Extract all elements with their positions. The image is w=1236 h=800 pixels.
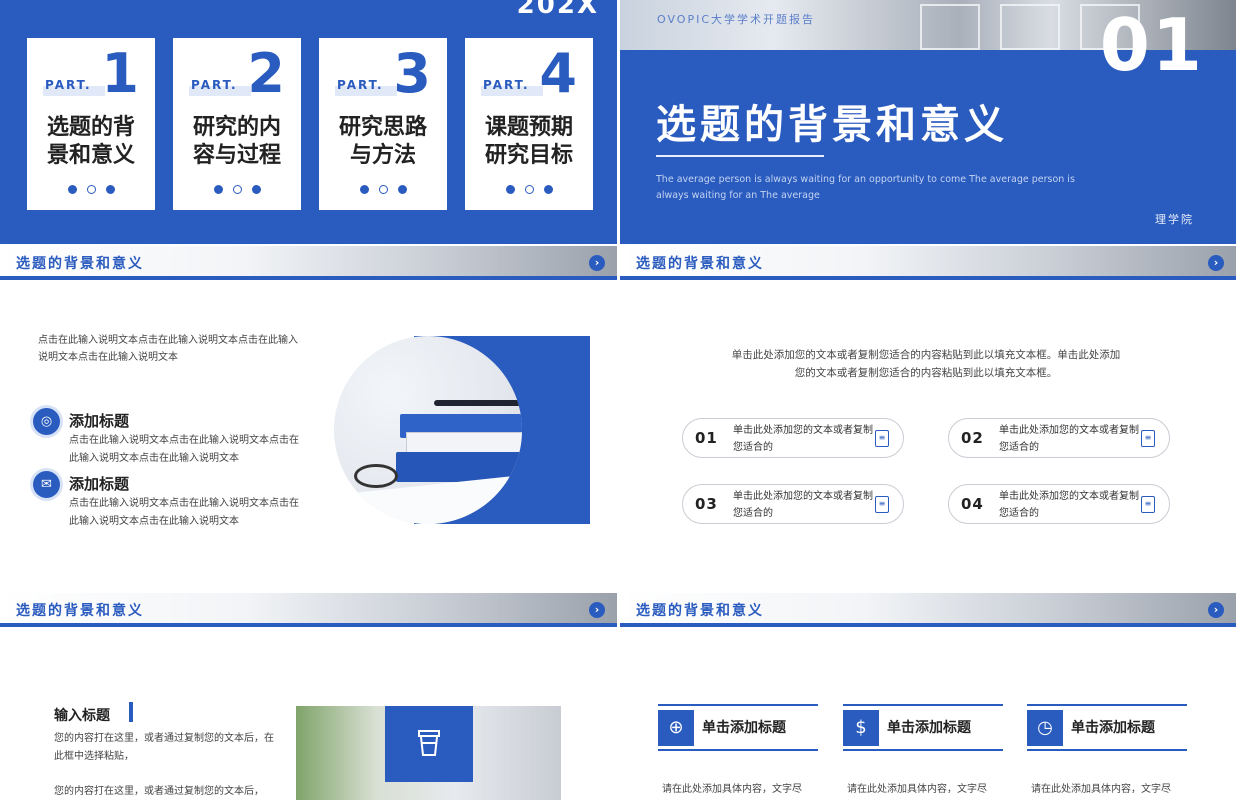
slide-background-2[interactable]: 选题的背景和意义 › 单击此处添加您的文本或者复制您适合的内容粘贴到此以填充文本…: [620, 246, 1236, 590]
report-header: OVOPIC大学学术开题报告: [657, 13, 816, 26]
item-title: 添加标题: [69, 412, 130, 430]
books-photo: [334, 336, 522, 524]
arrow-right-icon[interactable]: ›: [1208, 602, 1224, 618]
column-title: 单击添加标题: [702, 720, 786, 736]
column-text: 请在此处添加具体内容，文字尽: [662, 784, 802, 795]
content-text: 您的内容打在这里，或者通过复制您的文本后，: [54, 786, 264, 797]
part-title: 研究的内 容与过程: [192, 115, 281, 168]
band-title: 选题的背景和意义: [636, 256, 764, 272]
mail-icon: ✉: [33, 471, 60, 498]
cup-icon: [418, 730, 440, 756]
content-title: 输入标题: [54, 708, 110, 724]
arrow-right-icon[interactable]: ›: [589, 255, 605, 271]
part-title: 课题预期 研究目标: [484, 115, 573, 168]
item-text: 单击此处添加您的文本或者复制您适合的: [733, 425, 873, 453]
numbered-item[interactable]: 02 单击此处添加您的文本或者复制您适合的 ≡: [948, 418, 1170, 458]
intro-text: 单击此处添加您的文本或者复制您适合的内容粘贴到此以填充文本框。单击此处添加您的文…: [731, 349, 1121, 379]
item-title: 添加标题: [69, 475, 130, 493]
slide-section-cover[interactable]: OVOPIC大学学术开题报告 01 选题的背景和意义 The average p…: [620, 0, 1236, 244]
title-accent-bar: [129, 702, 133, 722]
part-label: PART.: [337, 78, 384, 92]
part-label: PART.: [483, 78, 530, 92]
item-text: 单击此处添加您的文本或者复制您适合的: [733, 491, 873, 519]
section-header-band: 选题的背景和意义 ›: [0, 246, 617, 280]
dot-indicator: [319, 179, 447, 198]
dot-indicator: [465, 179, 593, 198]
column-title: 单击添加标题: [887, 720, 971, 736]
column-title: 单击添加标题: [1071, 720, 1155, 736]
column-text: 请在此处添加具体内容，文字尽: [847, 784, 987, 795]
band-title: 选题的背景和意义: [16, 603, 144, 619]
numbered-item[interactable]: 03 单击此处添加您的文本或者复制您适合的 ≡: [682, 484, 904, 524]
slide-background-4[interactable]: 选题的背景和意义 › ⊕ 单击添加标题 请在此处添加具体内容，文字尽 $ 单击添…: [620, 593, 1236, 800]
year-label: 202X: [516, 0, 599, 20]
numbered-item[interactable]: 04 单击此处添加您的文本或者复制您适合的 ≡: [948, 484, 1170, 524]
item-text: 单击此处添加您的文本或者复制您适合的: [999, 491, 1139, 519]
column-text: 请在此处添加具体内容，文字尽: [1031, 784, 1171, 795]
part-card-2[interactable]: PART. 2 研究的内 容与过程: [173, 38, 301, 210]
part-label: PART.: [45, 78, 92, 92]
part-number: 2: [247, 42, 285, 105]
slide-background-1[interactable]: 选题的背景和意义 › 点击在此输入说明文本点击在此输入说明文本点击在此输入说明文…: [0, 246, 617, 590]
part-title: 选题的背 景和意义: [46, 115, 135, 168]
dot-indicator: [173, 179, 301, 198]
item-text: 单击此处添加您的文本或者复制您适合的: [999, 425, 1139, 453]
item-number: 01: [695, 429, 718, 447]
clock-icon: ◷: [1027, 710, 1063, 746]
section-header-band: 选题的背景和意义 ›: [0, 593, 617, 627]
dot-indicator: [27, 179, 155, 198]
item-text: 点击在此输入说明文本点击在此输入说明文本点击在此输入说明文本点击在此输入说明文本: [69, 435, 299, 464]
coins-icon: $: [843, 710, 879, 746]
item-number: 04: [961, 495, 984, 513]
part-number: 3: [393, 42, 431, 105]
section-header-band: 选题的背景和意义 ›: [620, 593, 1236, 627]
item-number: 03: [695, 495, 718, 513]
numbered-item[interactable]: 01 单击此处添加您的文本或者复制您适合的 ≡: [682, 418, 904, 458]
section-title: 选题的背景和意义: [656, 102, 1008, 148]
part-label: PART.: [191, 78, 238, 92]
arrow-right-icon[interactable]: ›: [589, 602, 605, 618]
slide-background-3[interactable]: 选题的背景和意义 › 输入标题 您的内容打在这里，或者通过复制您的文本后，在此框…: [0, 593, 617, 800]
part-title: 研究思路 与方法: [338, 115, 427, 168]
part-number: 4: [539, 42, 577, 105]
part-card-3[interactable]: PART. 3 研究思路 与方法: [319, 38, 447, 210]
document-icon: ≡: [1141, 430, 1155, 447]
document-icon: ≡: [875, 496, 889, 513]
target-icon: ◎: [33, 408, 60, 435]
band-title: 选题的背景和意义: [16, 256, 144, 272]
band-title: 选题的背景和意义: [636, 603, 764, 619]
part-card-1[interactable]: PART. 1 选题的背 景和意义: [27, 38, 155, 210]
document-icon: ≡: [1141, 496, 1155, 513]
part-card-4[interactable]: PART. 4 课题预期 研究目标: [465, 38, 593, 210]
arrow-right-icon[interactable]: ›: [1208, 255, 1224, 271]
section-subtitle: The average person is always waiting for…: [656, 174, 1075, 201]
lifebuoy-icon: ⊕: [658, 710, 694, 746]
title-underline: [656, 155, 824, 157]
item-number: 02: [961, 429, 984, 447]
document-icon: ≡: [875, 430, 889, 447]
intro-text: 点击在此输入说明文本点击在此输入说明文本点击在此输入说明文本点击在此输入说明文本: [38, 335, 298, 363]
section-header-band: 选题的背景和意义 ›: [620, 246, 1236, 280]
content-text: 您的内容打在这里，或者通过复制您的文本后，在此框中选择粘贴，: [54, 733, 274, 762]
part-number: 1: [101, 42, 139, 105]
item-text: 点击在此输入说明文本点击在此输入说明文本点击在此输入说明文本点击在此输入说明文本: [69, 498, 299, 527]
college-label: 理学院: [1155, 213, 1194, 226]
slide-contents[interactable]: 202X PART. 1 选题的背 景和意义 PART. 2 研究的内 容与过程…: [0, 0, 617, 244]
section-number: 01: [1099, 3, 1204, 87]
